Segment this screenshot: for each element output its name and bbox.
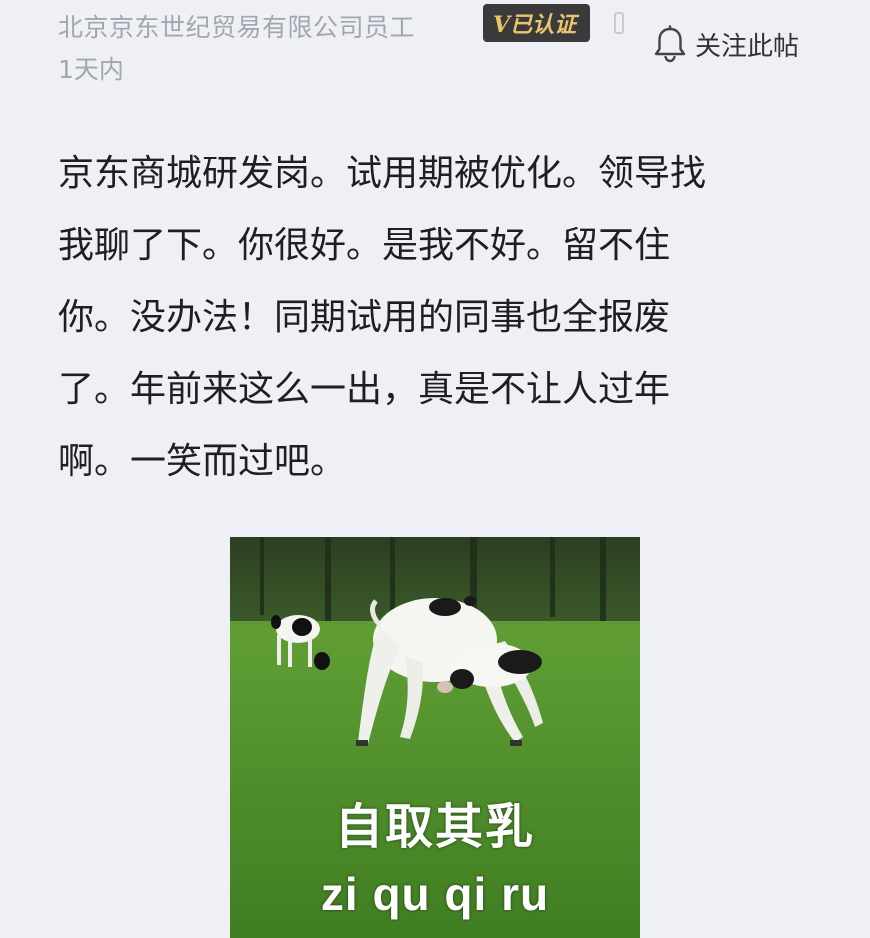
follow-post-label: 关注此帖 — [695, 31, 800, 62]
post-page: 北京京东世纪贸易有限公司员工 V已认证 1天内 关注此帖 京东商城研发岗。试用期… — [0, 0, 870, 938]
verified-badge-label: V已认证 — [493, 12, 577, 38]
meme-caption-chinese: 自取其乳 — [334, 799, 535, 855]
follow-post-button[interactable]: 关注此帖 — [653, 22, 799, 66]
meme-caption-pinyin: zi qu qi ru — [320, 868, 550, 920]
post-body-line: 了。年前来这么一出，真是不让人过年 — [58, 369, 671, 410]
post-body-line: 京东商城研发岗。试用期被优化。领导找 — [58, 153, 707, 194]
post-time: 1天内 — [58, 55, 124, 84]
badge-tail-icon — [614, 12, 624, 34]
post-body-line: 我聊了下。你很好。是我不好。留不住 — [58, 225, 671, 266]
bell-icon — [654, 25, 686, 63]
post-body: 京东商城研发岗。试用期被优化。领导找 我聊了下。你很好。是我不好。留不住 你。没… — [58, 138, 798, 498]
post-body-line: 你。没办法！同期试用的同事也全报废 — [58, 297, 671, 338]
author-company[interactable]: 北京京东世纪贸易有限公司员工 — [58, 8, 415, 44]
post-body-line: 啊。一笑而过吧。 — [58, 441, 347, 482]
meme-image[interactable]: 自取其乳 zi qu qi ru — [230, 537, 640, 938]
verified-badge: V已认证 — [483, 4, 591, 42]
post-header: 北京京东世纪贸易有限公司员工 V已认证 1天内 关注此帖 — [58, 0, 848, 90]
